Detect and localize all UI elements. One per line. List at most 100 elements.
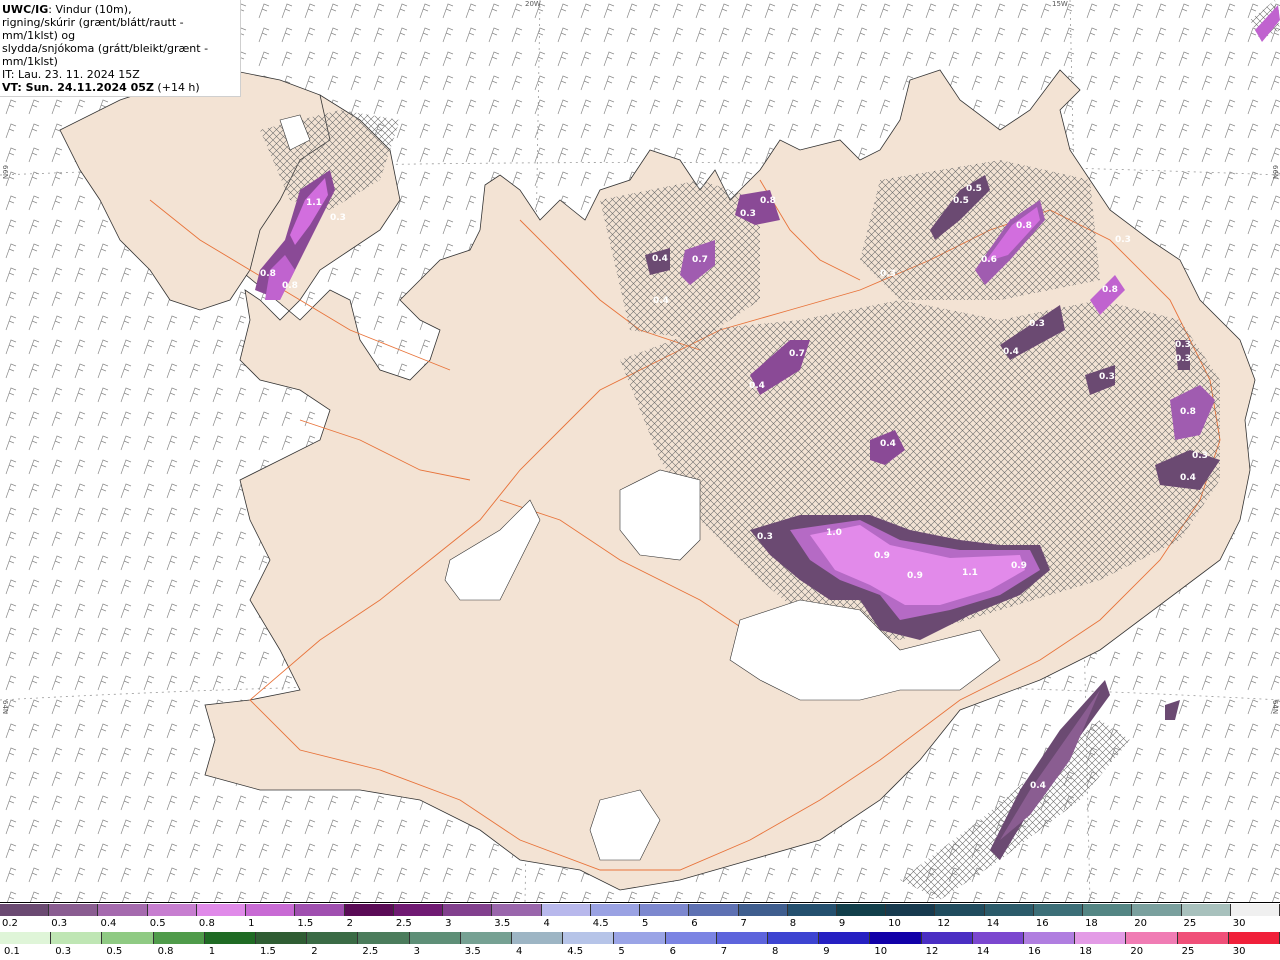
scale-tick-label: 0.5 xyxy=(149,918,166,929)
scale-swatch xyxy=(51,932,103,944)
scale-swatch xyxy=(460,932,513,944)
scale-tick-label: 8 xyxy=(789,918,797,929)
precip-value-label: 1.1 xyxy=(962,568,978,578)
scale-tick-label: 3.5 xyxy=(494,918,511,929)
valid-time: VT: Sun. 24.11.2024 05Z xyxy=(2,81,154,94)
scale-swatch xyxy=(256,932,308,944)
scale-swatch xyxy=(819,932,871,944)
scale-tick-label: 4 xyxy=(543,918,550,929)
scale-tick-label: 1 xyxy=(248,918,255,929)
precip-value-label: 0.3 xyxy=(1192,451,1208,461)
latitude-label-left-64n: 64N xyxy=(1,700,9,715)
precip-value-label: 1.0 xyxy=(826,528,842,538)
precip-value-label: 0.8 xyxy=(1102,285,1118,295)
scale-swatch xyxy=(935,904,985,916)
scale-tick-label: 25 xyxy=(1183,918,1197,929)
precip-value-label: 0.8 xyxy=(760,196,776,206)
scale-swatch xyxy=(196,904,247,916)
initial-time: IT: Lau. 23. 11. 2024 15Z xyxy=(2,68,140,81)
precip-value-label: 0.3 xyxy=(330,213,346,223)
scale-tick-label: 3 xyxy=(445,918,452,929)
latitude-label-right-66n: 66N xyxy=(1271,165,1279,180)
precip-value-label: 0.6 xyxy=(981,255,997,265)
precip-value-label: 0.9 xyxy=(907,571,923,581)
scale-tick-label: 16 xyxy=(1035,918,1049,929)
scale-tick-label: 16 xyxy=(1028,946,1041,957)
scale-swatch xyxy=(0,904,50,916)
scale-tick-label: 0.5 xyxy=(106,946,123,957)
scale-swatch xyxy=(147,904,197,916)
scale-swatch xyxy=(640,904,690,916)
scale-swatch xyxy=(787,904,837,916)
scale-swatch xyxy=(1228,932,1280,944)
scale-swatch xyxy=(246,904,296,916)
scale-swatch xyxy=(590,904,641,916)
scale-tick-label: 3.5 xyxy=(464,946,481,957)
scale-swatch xyxy=(738,904,788,916)
scale-swatch xyxy=(541,904,591,916)
precip-value-label: 0.3 xyxy=(1175,340,1191,350)
precip-value-label: 0.4 xyxy=(880,439,896,449)
precip-value-label: 0.4 xyxy=(1003,347,1019,357)
scale-swatch xyxy=(344,904,394,916)
scale-swatch xyxy=(98,904,148,916)
scale-tick-label: 2.5 xyxy=(362,946,379,957)
rain-scale-labels: 0.1 0.3 0.5 0.8 1 1.5 2 2.5 3 3.5 4 4.5 5 6 7 8 9 10 12 14 1… xyxy=(0,946,1280,958)
scale-tick-label: 0.8 xyxy=(198,918,215,929)
scale-tick-label: 0.3 xyxy=(55,946,72,957)
rain-color-scale xyxy=(0,932,1280,944)
scale-swatch xyxy=(972,932,1025,944)
precip-value-label: 0.4 xyxy=(1030,781,1046,791)
scale-swatch xyxy=(921,932,973,944)
precip-value-label: 0.4 xyxy=(652,254,668,264)
precip-value-label: 0.8 xyxy=(282,281,298,291)
scale-swatch xyxy=(665,932,717,944)
legend-snow-description: slydda/snjókoma (grátt/bleikt/grænt - mm… xyxy=(2,42,209,68)
scale-tick-label: 0.8 xyxy=(157,946,174,957)
latitude-label-left-66n: 66N xyxy=(1,165,9,180)
scale-swatch xyxy=(443,904,493,916)
scale-tick-label: 14 xyxy=(976,946,990,957)
scale-swatch xyxy=(1024,932,1076,944)
scale-tick-label: 0.4 xyxy=(100,918,117,929)
scale-swatch xyxy=(492,904,542,916)
snow-color-scale xyxy=(0,904,1280,916)
scale-tick-label: 4.5 xyxy=(592,918,609,929)
longitude-label-15w: 15W xyxy=(1052,0,1068,8)
precip-value-label: 1.1 xyxy=(306,198,322,208)
precip-value-label: 0.3 xyxy=(880,269,896,279)
latitude-label-right-64n: 64N xyxy=(1271,700,1279,715)
precip-value-label: 0.3 xyxy=(740,209,756,219)
scale-swatch xyxy=(1033,904,1084,916)
scale-swatch xyxy=(1181,904,1231,916)
precip-value-label: 0.5 xyxy=(966,184,982,194)
scale-swatch xyxy=(153,932,205,944)
precip-value-label: 0.3 xyxy=(1029,319,1045,329)
scale-tick-label: 2 xyxy=(311,946,318,957)
scale-tick-label: 1.5 xyxy=(260,946,276,957)
scale-swatch xyxy=(768,932,820,944)
scale-tick-label: 30 xyxy=(1232,918,1246,929)
precip-value-label: 0.8 xyxy=(1180,407,1196,417)
scale-swatch xyxy=(1075,932,1127,944)
scale-tick-label: 18 xyxy=(1085,918,1098,929)
scale-tick-label: 2.5 xyxy=(395,918,412,929)
product-title: : Vindur (10m), xyxy=(48,3,132,16)
scale-swatch xyxy=(689,904,739,916)
scale-tick-label: 8 xyxy=(772,946,779,957)
precip-value-label: 0.5 xyxy=(953,196,969,206)
precip-value-label: 0.3 xyxy=(1115,235,1131,245)
scale-tick-label: 4 xyxy=(516,946,523,957)
scale-tick-label: 0.2 xyxy=(2,918,18,929)
scale-swatch xyxy=(1083,904,1133,916)
scale-tick-label: 12 xyxy=(937,918,951,929)
scale-tick-label: 2 xyxy=(346,918,353,929)
precip-value-label: 0.4 xyxy=(749,381,765,391)
scale-tick-label: 30 xyxy=(1232,946,1246,957)
scale-tick-label: 0.3 xyxy=(51,918,68,929)
map-frame-bottom xyxy=(0,902,1280,903)
scale-tick-label: 25 xyxy=(1181,946,1195,957)
scale-tick-label: 14 xyxy=(986,918,1000,929)
precip-value-label: 0.7 xyxy=(692,255,708,265)
scale-swatch xyxy=(1132,904,1182,916)
